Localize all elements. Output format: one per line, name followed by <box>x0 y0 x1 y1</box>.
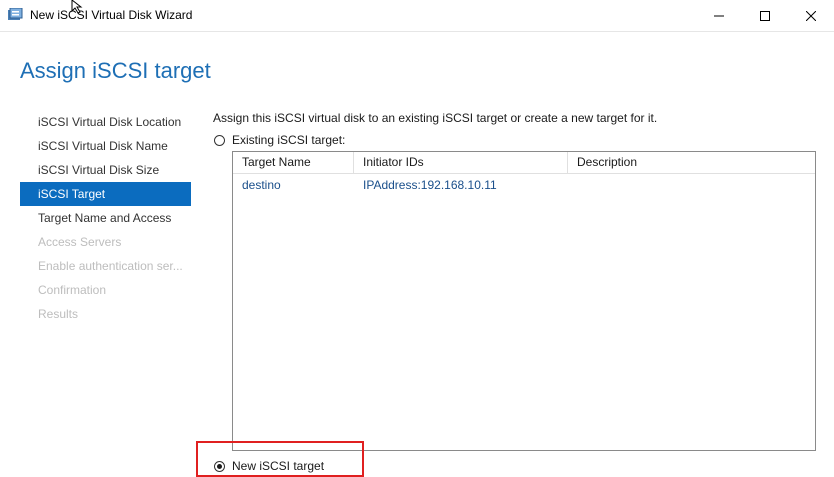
table-row[interactable]: destino IPAddress:192.168.10.11 <box>233 174 815 196</box>
nav-item-enable-authentication: Enable authentication ser... <box>38 259 183 273</box>
column-header-initiator-ids[interactable]: Initiator IDs <box>354 152 568 173</box>
minimize-button[interactable] <box>696 0 742 31</box>
mouse-cursor-icon <box>71 0 83 14</box>
nav-item-virtual-disk-name[interactable]: iSCSI Virtual Disk Name <box>20 134 191 158</box>
close-button[interactable] <box>788 0 834 31</box>
cell-description <box>568 174 815 196</box>
column-header-target-name[interactable]: Target Name <box>233 152 354 173</box>
minimize-icon <box>714 15 724 16</box>
annotation-highlight-box <box>196 441 364 477</box>
maximize-icon <box>760 10 770 21</box>
nav-item-iscsi-target[interactable]: iSCSI Target <box>20 182 191 206</box>
column-header-description[interactable]: Description <box>568 152 815 173</box>
page-title: Assign iSCSI target <box>20 58 211 83</box>
wizard-app-icon <box>8 8 23 20</box>
instructions-text: Assign this iSCSI virtual disk to an exi… <box>213 111 658 125</box>
table-header: Target Name Initiator IDs Description <box>233 152 815 174</box>
wizard-nav: iSCSI Virtual Disk Location iSCSI Virtua… <box>20 110 191 326</box>
cell-target-name: destino <box>242 178 281 192</box>
window-title: New iSCSI Virtual Disk Wizard <box>30 8 193 22</box>
nav-item-results: Results <box>38 307 79 321</box>
nav-item-target-name-access[interactable]: Target Name and Access <box>20 206 191 230</box>
nav-item-virtual-disk-size[interactable]: iSCSI Virtual Disk Size <box>20 158 191 182</box>
existing-target-label: Existing iSCSI target: <box>232 133 346 147</box>
existing-target-option[interactable]: Existing iSCSI target: <box>214 133 345 147</box>
title-bar: New iSCSI Virtual Disk Wizard <box>0 0 834 32</box>
maximize-button[interactable] <box>742 0 788 31</box>
close-icon <box>806 10 816 21</box>
cell-initiator-ids: IPAddress:192.168.10.11 <box>363 178 497 192</box>
existing-target-radio[interactable] <box>214 134 225 146</box>
nav-item-virtual-disk-location[interactable]: iSCSI Virtual Disk Location <box>20 110 191 134</box>
nav-item-access-servers: Access Servers <box>38 235 122 249</box>
targets-table[interactable]: Target Name Initiator IDs Description de… <box>232 151 816 451</box>
nav-item-confirmation: Confirmation <box>38 283 107 297</box>
